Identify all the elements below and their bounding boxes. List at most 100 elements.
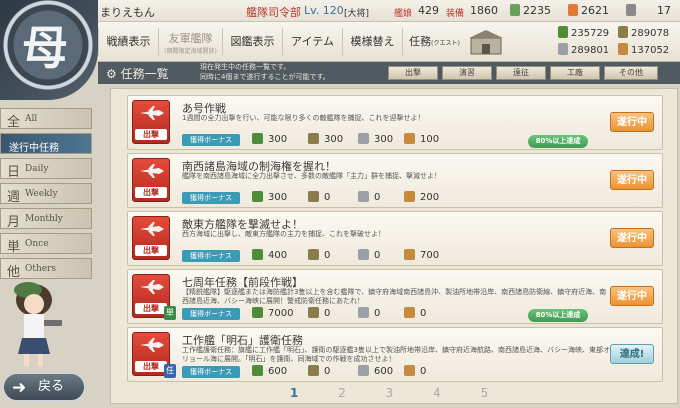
nav-record-button[interactable]: 戦績表示 xyxy=(98,28,158,56)
quest-row[interactable]: 出撃任工作艦「明石」護衛任務 工作艦護衛任務：旗艦に工作艦「明石」、護衛の駆逐艦3… xyxy=(127,327,663,382)
ships-label: 艦娘 xyxy=(394,9,413,19)
quest-type-flag: 単 xyxy=(164,306,176,320)
quest-row[interactable]: 出撃 あ号作戦 1週間の全力出撃を行い、可能な限り多くの敵艦隊を捕捉、これを迎撃せよ… xyxy=(127,95,663,150)
sortie-category-icon: 出撃 xyxy=(132,216,170,260)
tab-once[interactable]: 単 Once xyxy=(0,233,92,255)
bauxite-icon xyxy=(404,249,415,260)
quest-status-button[interactable]: 遂行中 xyxy=(610,170,654,190)
reward-ammo: 300 xyxy=(308,133,343,145)
admiral-rank: [大将] xyxy=(344,9,370,19)
admiral-level: Lv. 120 xyxy=(304,4,344,17)
page-4[interactable]: 4 xyxy=(433,386,441,400)
nav-encyclopedia-button[interactable]: 図鑑表示 xyxy=(222,28,282,56)
bucket-counter: 2235 xyxy=(510,4,551,17)
sortie-category-icon: 出撃 xyxy=(132,100,170,144)
category-label: 出撃 xyxy=(135,245,167,256)
page-title: ⚙ 任務一覧 xyxy=(106,67,169,81)
ships-count: 429 xyxy=(418,4,439,17)
bauxite-icon xyxy=(404,133,415,144)
quest-category-tabs: 全 All 遂行中任務 日 Daily 週 Weekly 月 Monthly 単 Once… xyxy=(0,108,92,283)
admiral-name: まりえもん xyxy=(100,6,155,19)
fuel-icon xyxy=(252,365,263,376)
quest-status-button[interactable]: 遂行中 xyxy=(610,228,654,248)
secretary-ship-girl[interactable] xyxy=(6,280,68,368)
reward-ammo: 0 xyxy=(308,365,330,377)
tab-daily[interactable]: 日 Daily xyxy=(0,158,92,180)
tab-others[interactable]: 他 Others xyxy=(0,258,92,280)
category-label: 出撃 xyxy=(135,361,167,372)
bonus-badge: 獲得ボーナス xyxy=(182,250,240,262)
logo-glyph: 母 xyxy=(22,21,68,75)
nav-friend-fleet-button[interactable]: 友軍艦隊 (期間限定海域開放) xyxy=(158,28,222,56)
plane-icon xyxy=(140,106,164,120)
filter-sortie[interactable]: 出撃 xyxy=(388,66,438,80)
fuel-icon xyxy=(252,191,263,202)
reward-steel: 0 xyxy=(358,249,380,261)
steel-icon xyxy=(358,133,369,144)
quest-row[interactable]: 出撃 敵東方艦隊を撃滅せよ！ 西方海域に出撃し、敵東方艦隊の主力を捕捉、これを撃破せ… xyxy=(127,211,663,266)
plane-icon xyxy=(140,338,164,352)
shop-icon[interactable] xyxy=(468,28,504,56)
fuel-icon xyxy=(252,133,263,144)
reward-steel: 600 xyxy=(358,365,393,377)
nav-furniture-button[interactable]: 模様替え xyxy=(342,28,402,56)
nav-quest-button[interactable]: 任務(クエスト) xyxy=(402,28,466,56)
quest-description: 【精鋭艦隊】駆逐艦または海防艦計3隻以上を含む艦隊で、鎮守府海域南西諸島沖、製油… xyxy=(182,288,607,305)
back-button[interactable]: ➜ 戻る xyxy=(2,372,86,402)
achievement-badge: 80%以上達成 xyxy=(528,309,588,322)
quest-status-button[interactable]: 遂行中 xyxy=(610,286,654,306)
reward-fuel: 400 xyxy=(252,249,287,261)
equip-count: 1860 xyxy=(470,4,498,17)
steel-icon xyxy=(558,43,568,55)
page-5[interactable]: 5 xyxy=(481,386,489,400)
ammo-icon xyxy=(308,249,319,260)
quest-status-button[interactable]: 達成! xyxy=(610,344,654,364)
tab-in-progress[interactable]: 遂行中任務 xyxy=(0,133,92,154)
reward-bauxite: 100 xyxy=(404,133,439,145)
reward-bauxite: 0 xyxy=(404,307,426,319)
bauxite-icon xyxy=(404,365,415,376)
reward-fuel: 600 xyxy=(252,365,287,377)
burner-icon xyxy=(568,4,578,16)
plane-icon xyxy=(140,280,164,294)
quest-row[interactable]: 出撃単七周年任務【前段作戦】 【精鋭艦隊】駆逐艦または海防艦計3隻以上を含む艦隊で… xyxy=(127,269,663,324)
filter-exercise[interactable]: 演習 xyxy=(442,66,492,80)
dev-material-counter: 17 xyxy=(626,4,671,17)
page-2[interactable]: 2 xyxy=(338,386,346,400)
steel-counter: 289801 xyxy=(558,43,609,56)
ammo-counter: 289078 xyxy=(618,26,669,39)
steel-icon xyxy=(358,307,369,318)
instant-build-counter: 2621 xyxy=(568,4,609,17)
tab-monthly[interactable]: 月 Monthly xyxy=(0,208,92,230)
reward-steel: 300 xyxy=(358,133,393,145)
filter-others[interactable]: その他 xyxy=(604,66,658,80)
steel-icon xyxy=(358,191,369,202)
reward-fuel: 300 xyxy=(252,191,287,203)
filter-arsenal[interactable]: 工廠 xyxy=(550,66,600,80)
rank-label: 艦隊司令部 xyxy=(246,6,301,19)
page-1[interactable]: 1 xyxy=(290,386,298,400)
reward-ammo: 0 xyxy=(308,191,330,203)
resource-panel: 235729 289078 289801 137052 xyxy=(558,24,676,60)
quest-row[interactable]: 出撃 南西諸島海域の制海権を握れ！ 艦隊を南西諸島海域に全力出撃させ、多数の敵艦隊「… xyxy=(127,153,663,208)
main-menu: 戦績表示 友軍艦隊 (期間限定海域開放) 図鑑表示 アイテム 模様替え 任務(クエ… xyxy=(98,22,680,62)
bauxite-icon xyxy=(404,307,415,318)
quest-status-button[interactable]: 遂行中 xyxy=(610,112,654,132)
category-label: 出撃 xyxy=(135,187,167,198)
quest-description: 工作艦護衛任務：旗艦に工作艦「明石」、護衛の駆逐艦3隻以上で製油所地帯沿岸、鎮守… xyxy=(182,346,610,363)
reward-steel: 0 xyxy=(358,191,380,203)
category-label: 出撃 xyxy=(135,303,167,314)
tab-all[interactable]: 全 All xyxy=(0,108,92,130)
nav-items-button[interactable]: アイテム xyxy=(282,28,342,56)
page-3[interactable]: 3 xyxy=(386,386,394,400)
tab-weekly[interactable]: 週 Weekly xyxy=(0,183,92,205)
game-logo[interactable]: 母 xyxy=(0,0,98,100)
page-description: 現在発生中の任務一覧です。 同時に4個まで遂行することが可能です。 xyxy=(200,63,330,81)
fuel-icon xyxy=(558,26,568,38)
quest-description: 1週間の全力出撃を行い、可能な限り多くの敵艦隊を捕捉、これを迎撃せよ！ xyxy=(182,114,425,122)
fuel-icon xyxy=(252,249,263,260)
filter-expedition[interactable]: 遠征 xyxy=(496,66,546,80)
bucket-icon xyxy=(510,4,520,16)
bauxite-counter: 137052 xyxy=(618,43,669,56)
reward-bauxite: 700 xyxy=(404,249,439,261)
